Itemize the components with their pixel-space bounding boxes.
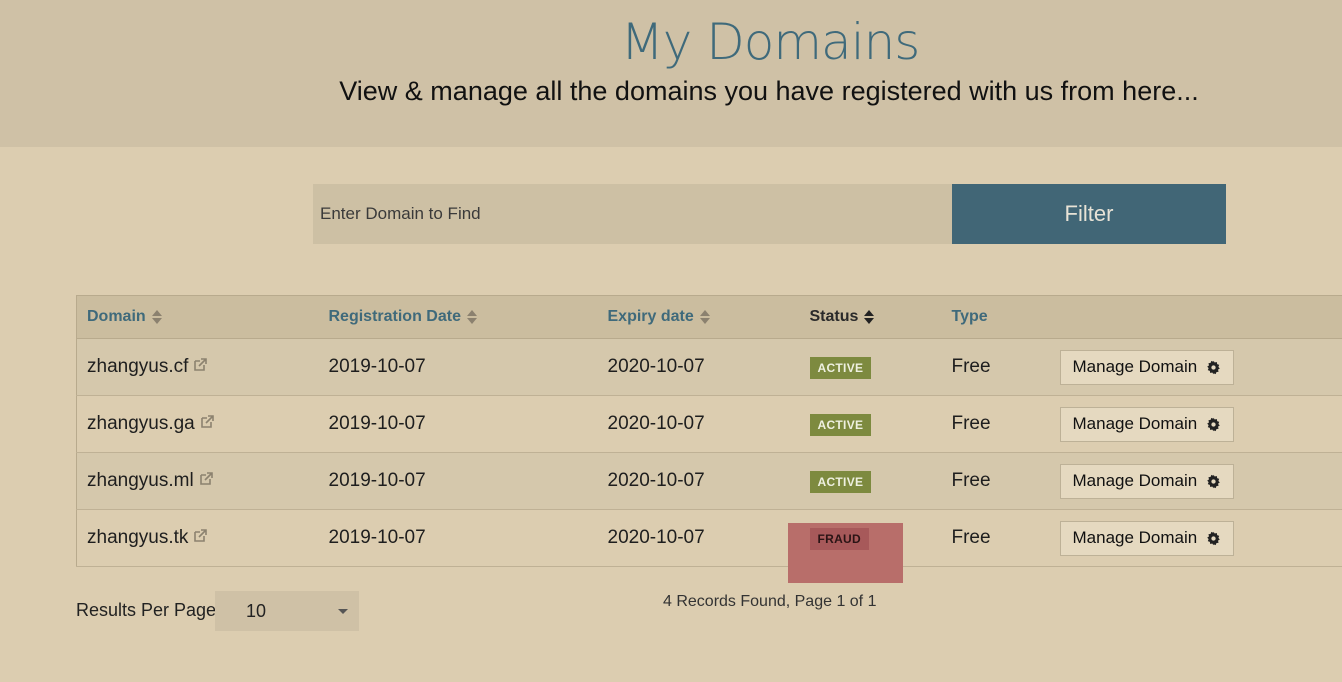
domain-search-input[interactable] [313,184,952,244]
gear-icon [1207,417,1221,431]
column-header-status[interactable]: Status [800,296,942,339]
status-cell: ACTIVE [800,339,942,396]
column-header-actions [1050,296,1342,339]
external-link-icon[interactable] [200,415,214,429]
expiry-date-cell: 2020-10-07 [607,470,705,491]
domains-table-container: Domain Registration Date Expiry date Sta… [76,295,1342,583]
manage-domain-button[interactable]: Manage Domain [1059,406,1235,442]
expiry-date-cell: 2020-10-07 [607,527,705,548]
page-subtitle: View & manage all the domains you have r… [339,76,1199,106]
domain-name[interactable]: zhangyus.cf [87,356,188,377]
type-cell: Free [951,413,991,434]
action-cell: Manage Domain [1050,453,1342,510]
type-cell: Free [951,470,991,491]
sort-icon[interactable] [466,309,477,324]
external-link-icon[interactable] [193,358,208,372]
page-title: My Domains [620,13,921,71]
domain-cell: zhangyus.ga [77,396,319,453]
manage-domain-button[interactable]: Manage Domain [1059,463,1235,499]
status-cell: ACTIVE [800,396,942,453]
status-badge: ACTIVE [809,470,872,493]
per-page-value: 10 [246,600,267,621]
records-info: 4 Records Found, Page 1 of 1 [663,593,877,610]
column-header-domain[interactable]: Domain [77,296,319,339]
sort-icon[interactable] [699,309,710,324]
table-header-row: Domain Registration Date Expiry date Sta… [76,295,1342,339]
gear-icon [1207,360,1221,374]
gear-icon [1207,531,1221,545]
table-row: zhangyus.tk 2019-10-07 2020-10-07 FRAUD … [76,509,1342,583]
domain-name[interactable]: zhangyus.tk [87,527,188,548]
registration-date-cell: 2019-10-07 [328,413,426,434]
domain-name[interactable]: zhangyus.ga [87,413,195,434]
expiry-date-cell: 2020-10-07 [607,356,705,377]
column-header-registration-date[interactable]: Registration Date [319,296,598,339]
manage-domain-button[interactable]: Manage Domain [1059,349,1235,385]
domain-cell: zhangyus.ml [77,453,319,510]
table-row: zhangyus.ga 2019-10-07 2020-10-07 ACTIVE… [76,395,1342,453]
results-per-page-label: Results Per Page: [76,600,222,620]
status-cell: ACTIVE [800,453,942,510]
page-header: My Domains View & manage all the domains… [0,0,1342,147]
domain-cell: zhangyus.tk [77,510,319,567]
external-link-icon[interactable] [199,472,213,486]
external-link-icon[interactable] [193,529,208,543]
status-badge: FRAUD [809,527,869,550]
gear-icon [1207,474,1221,488]
status-badge: ACTIVE [809,356,872,379]
domains-table: Domain Registration Date Expiry date Sta… [76,295,1342,583]
type-cell: Free [951,356,991,377]
registration-date-cell: 2019-10-07 [328,356,426,377]
type-cell: Free [951,527,991,548]
action-cell: Manage Domain [1050,339,1342,396]
expiry-date-cell: 2020-10-07 [607,413,705,434]
sort-icon[interactable] [864,309,875,324]
caret-down-icon [338,609,348,614]
domain-cell: zhangyus.cf [77,339,319,396]
table-row: zhangyus.cf 2019-10-07 2020-10-07 ACTIVE… [76,338,1342,396]
action-cell: Manage Domain [1050,510,1342,567]
domain-name[interactable]: zhangyus.ml [87,470,194,491]
registration-date-cell: 2019-10-07 [328,470,426,491]
status-badge: ACTIVE [809,413,872,436]
manage-domain-button[interactable]: Manage Domain [1059,520,1235,556]
domain-search-form: Filter [313,184,1226,244]
action-cell: Manage Domain [1050,396,1342,453]
sort-icon[interactable] [151,309,162,324]
column-header-type: Type [951,308,988,325]
registration-date-cell: 2019-10-07 [328,527,426,548]
results-per-page-select[interactable]: 10 [215,591,359,631]
filter-button[interactable]: Filter [952,184,1226,244]
status-cell: FRAUD [787,510,942,583]
column-header-expiry-date[interactable]: Expiry date [598,296,800,339]
table-row: zhangyus.ml 2019-10-07 2020-10-07 ACTIVE… [76,452,1342,510]
